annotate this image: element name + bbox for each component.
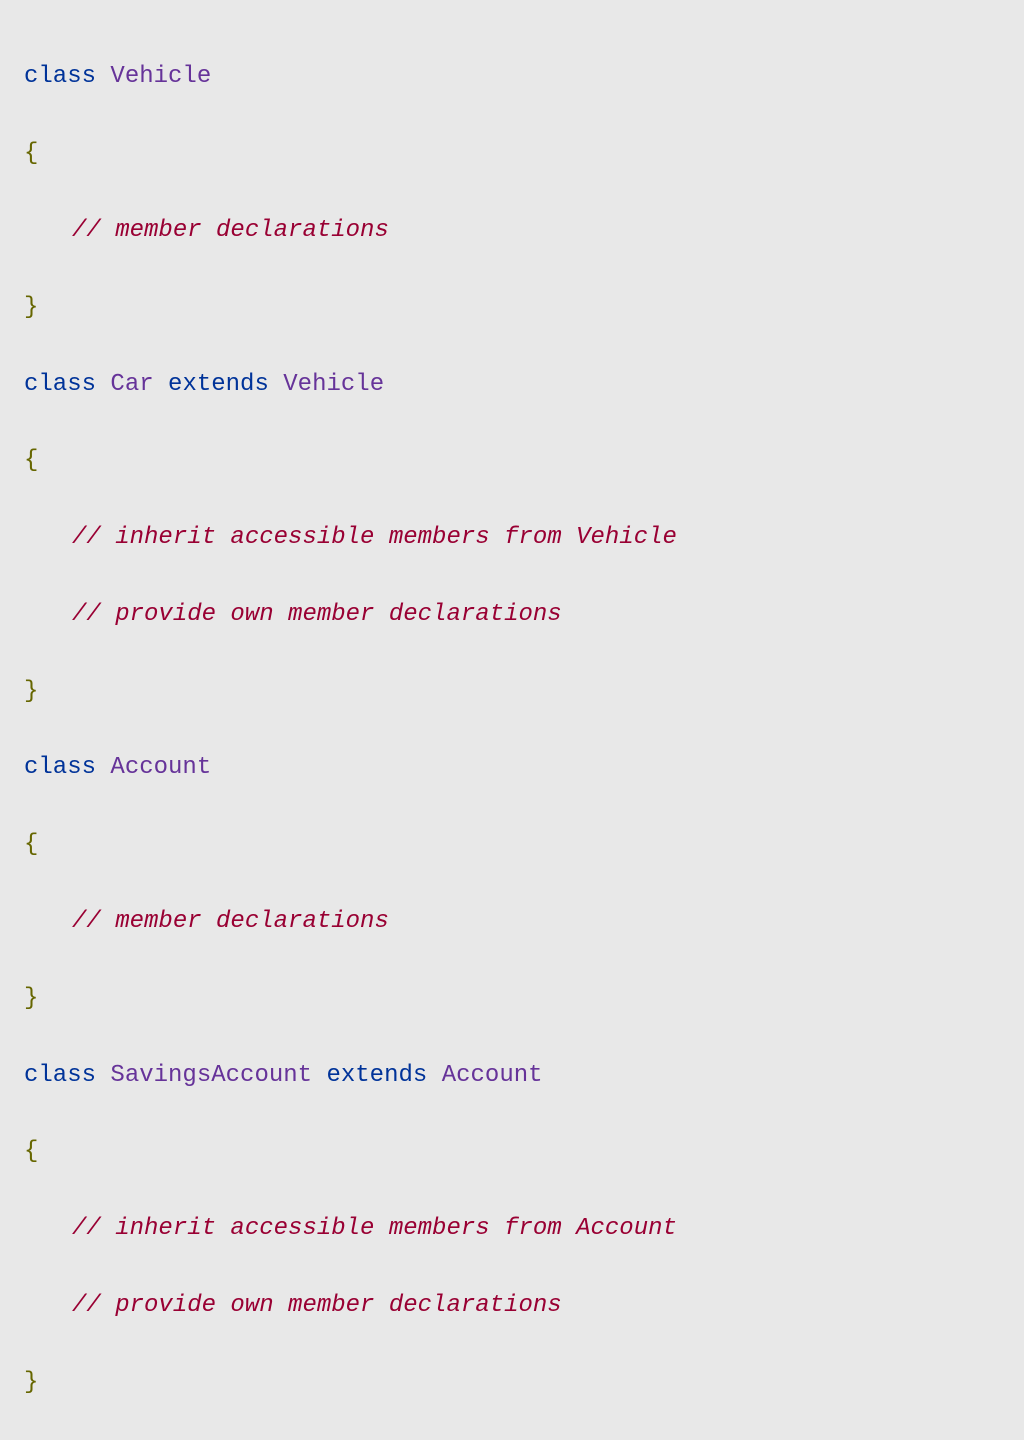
code-line: class Vehicle [24, 58, 1000, 96]
keyword-class: class [24, 63, 96, 90]
code-line: { [24, 1133, 1000, 1171]
parent-class-account: Account [442, 1062, 543, 1089]
comment: // inherit accessible members from Vehic… [72, 524, 677, 551]
code-line: { [24, 826, 1000, 864]
comment: // provide own member declarations [72, 1292, 562, 1319]
class-name-vehicle: Vehicle [110, 63, 211, 90]
comment: // member declarations [72, 908, 389, 935]
code-line: // provide own member declarations [24, 596, 1000, 634]
comment: // inherit accessible members from Accou… [72, 1215, 677, 1242]
keyword-class: class [24, 754, 96, 781]
code-block: class Vehicle { // member declarations }… [24, 20, 1000, 1440]
code-line: class Account [24, 749, 1000, 787]
code-line: // provide own member declarations [24, 1287, 1000, 1325]
keyword-class: class [24, 1062, 96, 1089]
keyword-extends: extends [326, 1062, 427, 1089]
code-line: // member declarations [24, 903, 1000, 941]
code-line: // member declarations [24, 212, 1000, 250]
open-brace: { [24, 831, 38, 858]
code-line: { [24, 135, 1000, 173]
open-brace: { [24, 1138, 38, 1165]
close-brace: } [24, 1369, 38, 1396]
code-line: // inherit accessible members from Accou… [24, 1210, 1000, 1248]
code-line: } [24, 289, 1000, 327]
comment: // provide own member declarations [72, 601, 562, 628]
class-name-car: Car [110, 371, 153, 398]
code-line: class Car extends Vehicle [24, 366, 1000, 404]
code-line: // inherit accessible members from Vehic… [24, 519, 1000, 557]
close-brace: } [24, 985, 38, 1012]
keyword-extends: extends [168, 371, 269, 398]
comment: // member declarations [72, 217, 389, 244]
code-line: } [24, 673, 1000, 711]
close-brace: } [24, 294, 38, 321]
close-brace: } [24, 678, 38, 705]
code-line: class SavingsAccount extends Account [24, 1057, 1000, 1095]
code-line: { [24, 442, 1000, 480]
keyword-class: class [24, 371, 96, 398]
code-line: } [24, 980, 1000, 1018]
open-brace: { [24, 140, 38, 167]
class-name-savingsaccount: SavingsAccount [110, 1062, 312, 1089]
code-line: } [24, 1364, 1000, 1402]
class-name-account: Account [110, 754, 211, 781]
open-brace: { [24, 447, 38, 474]
parent-class-vehicle: Vehicle [283, 371, 384, 398]
